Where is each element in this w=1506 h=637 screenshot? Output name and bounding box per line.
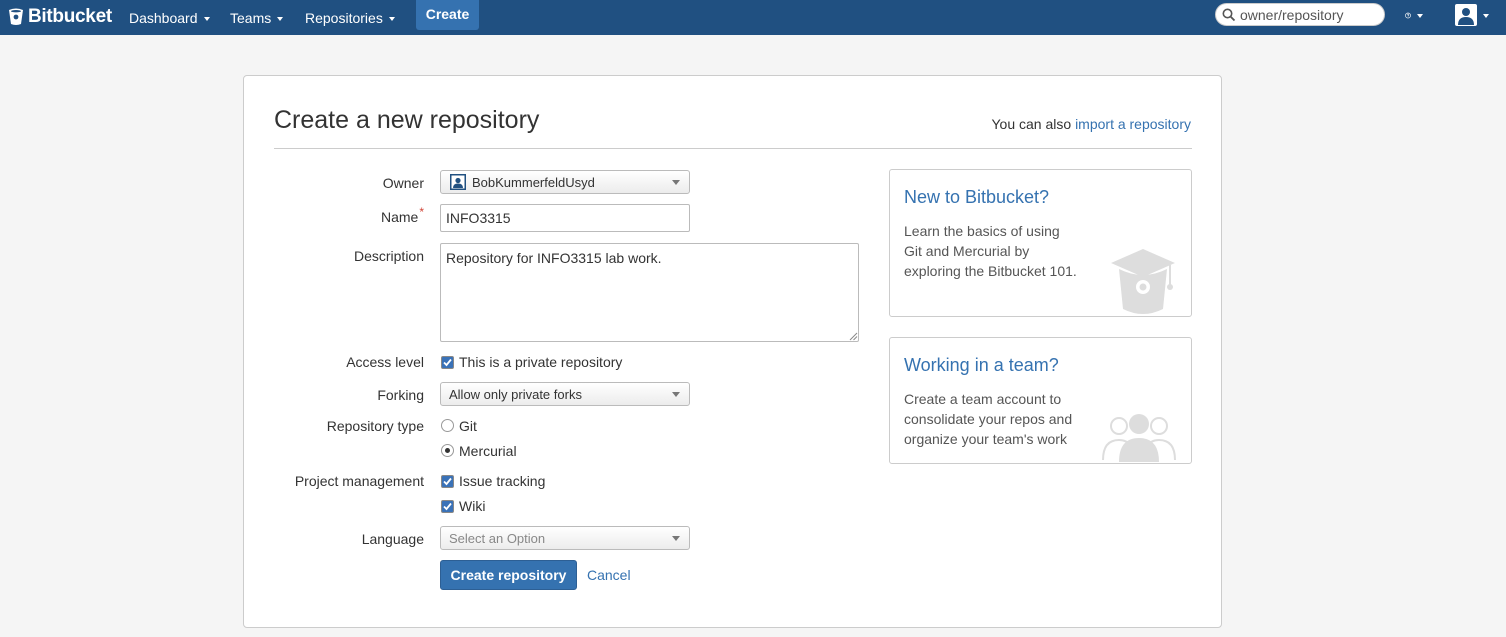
- chevron-down-icon: [672, 536, 680, 541]
- owner-select[interactable]: BobKummerfeldUsyd: [440, 170, 690, 194]
- owner-value: BobKummerfeldUsyd: [472, 174, 595, 190]
- title-divider: [274, 148, 1192, 149]
- required-indicator: *: [419, 205, 424, 219]
- import-note: You can also import a repository: [992, 116, 1192, 132]
- description-textarea[interactable]: Repository for INFO3315 lab work.: [440, 243, 859, 342]
- chevron-down-icon: [672, 392, 680, 397]
- working-in-team-title[interactable]: Working in a team?: [904, 355, 1059, 376]
- cancel-link[interactable]: Cancel: [587, 567, 631, 583]
- mercurial-radio[interactable]: [441, 444, 454, 457]
- checkmark-icon: [443, 477, 452, 486]
- user-menu[interactable]: [1455, 2, 1493, 28]
- mercurial-radio-label[interactable]: Mercurial: [459, 443, 517, 459]
- bitbucket-logo[interactable]: Bitbucket: [8, 4, 112, 30]
- chevron-down-icon: [203, 16, 210, 21]
- language-select[interactable]: Select an Option: [440, 526, 690, 550]
- issue-tracking-label[interactable]: Issue tracking: [459, 473, 545, 489]
- help-icon: [1405, 12, 1411, 18]
- chevron-down-icon: [388, 16, 395, 21]
- owner-label: Owner: [382, 175, 424, 191]
- language-placeholder: Select an Option: [449, 530, 546, 546]
- user-icon: [450, 174, 466, 190]
- working-in-team-text: Create a team account to consolidate you…: [904, 391, 1073, 447]
- import-repository-link[interactable]: import a repository: [1075, 116, 1191, 132]
- create-repository-panel: Create a new repository You can also imp…: [243, 75, 1222, 628]
- nav-teams-label: Teams: [230, 9, 272, 26]
- chevron-down-icon: [672, 180, 680, 185]
- checkmark-icon: [443, 502, 452, 511]
- import-prefix: You can also: [991, 116, 1072, 132]
- resize-handle-icon[interactable]: [849, 332, 858, 341]
- wiki-checkbox[interactable]: [441, 500, 454, 513]
- repository-search[interactable]: [1215, 3, 1385, 26]
- chevron-down-icon: [1417, 14, 1423, 18]
- chevron-down-icon: [1483, 14, 1489, 18]
- chevron-down-icon: [277, 16, 284, 21]
- issue-tracking-checkbox[interactable]: [441, 475, 454, 488]
- brand-name: Bitbucket: [28, 6, 112, 27]
- access-level-label: Access level: [346, 354, 424, 370]
- create-button[interactable]: Create: [416, 0, 479, 30]
- help-menu[interactable]: [1405, 6, 1423, 24]
- name-label: Name*: [244, 205, 424, 225]
- avatar: [1455, 4, 1477, 26]
- new-to-bitbucket-title[interactable]: New to Bitbucket?: [904, 187, 1049, 208]
- create-repository-button[interactable]: Create repository: [440, 560, 577, 590]
- nav-teams[interactable]: Teams: [230, 0, 284, 35]
- nav-repositories-label: Repositories: [305, 9, 383, 26]
- forking-value: Allow only private forks: [449, 386, 582, 402]
- forking-label: Forking: [377, 387, 424, 403]
- new-to-bitbucket-box: New to Bitbucket? Learn the basics of us…: [889, 169, 1192, 317]
- git-radio-label[interactable]: Git: [459, 418, 477, 434]
- private-checkbox-label[interactable]: This is a private repository: [459, 354, 622, 370]
- nav-repositories[interactable]: Repositories: [305, 0, 395, 35]
- new-to-bitbucket-text: Learn the basics of using Git and Mercur…: [904, 223, 1077, 279]
- name-input[interactable]: INFO3315: [440, 204, 690, 232]
- checkmark-icon: [443, 358, 452, 367]
- git-radio[interactable]: [441, 419, 454, 432]
- search-icon: [1222, 8, 1236, 21]
- nav-dashboard[interactable]: Dashboard: [129, 0, 210, 35]
- nav-dashboard-label: Dashboard: [129, 9, 198, 26]
- private-checkbox[interactable]: [441, 356, 454, 369]
- bitbucket-bucket-icon: [9, 8, 23, 25]
- repository-type-label: Repository type: [326, 418, 424, 434]
- wiki-label[interactable]: Wiki: [459, 498, 485, 514]
- project-management-label: Project management: [294, 473, 424, 489]
- search-input[interactable]: [1240, 6, 1380, 23]
- top-navigation-bar: Bitbucket Dashboard Teams Repositories C…: [0, 0, 1506, 35]
- name-label-text: Name: [380, 209, 419, 225]
- language-label: Language: [361, 531, 424, 547]
- forking-select[interactable]: Allow only private forks: [440, 382, 690, 406]
- page-title: Create a new repository: [274, 106, 540, 134]
- team-icon: [1102, 414, 1176, 462]
- graduation-bucket-icon: [1111, 249, 1175, 314]
- description-label: Description: [353, 248, 424, 264]
- working-in-team-box: Working in a team? Create a team account…: [889, 337, 1192, 464]
